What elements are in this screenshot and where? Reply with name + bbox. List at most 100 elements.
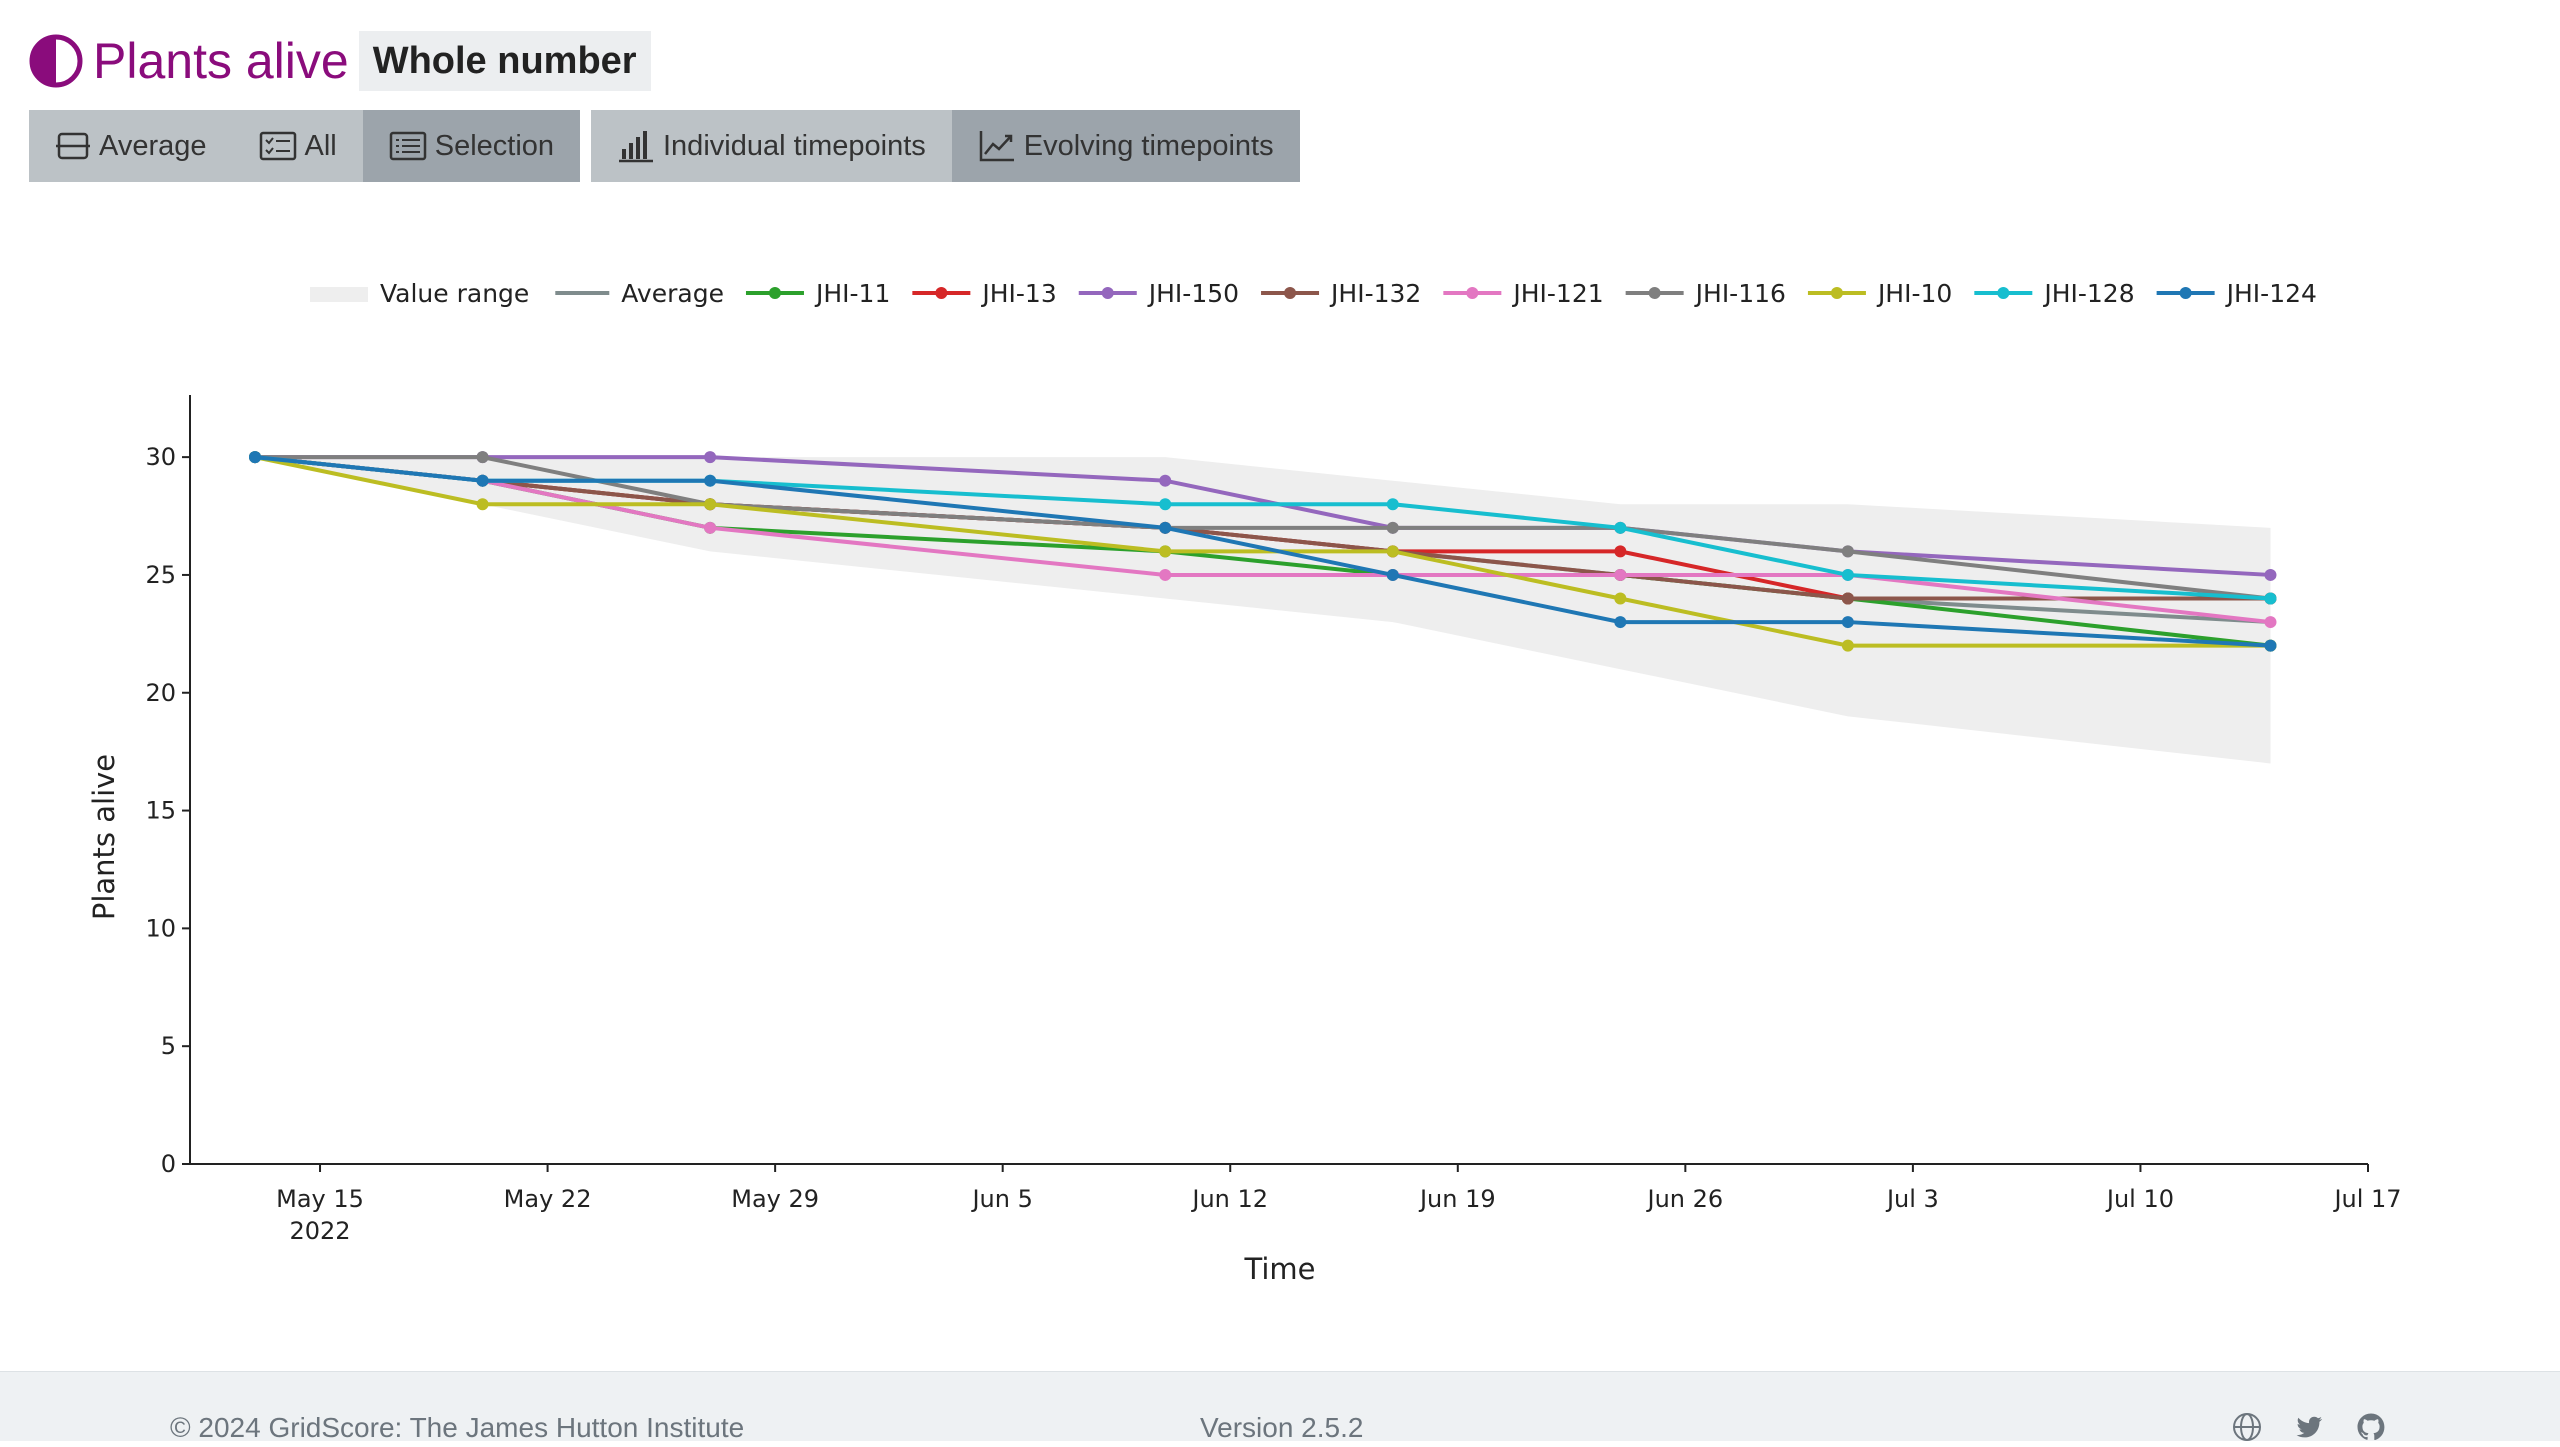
legend-label: JHI-11 [814,279,890,308]
github-icon[interactable] [2356,1412,2386,1442]
evolving-timepoints-button[interactable]: Evolving timepoints [951,110,1300,182]
all-button-label: All [304,129,337,162]
average-button[interactable]: Average [29,110,233,182]
legend-swatch-marker [1830,287,1843,299]
data-point-jhi-128 [2264,592,2277,605]
legend-label: JHI-124 [2225,279,2317,308]
legend-swatch-marker [935,287,948,299]
view-button-group: Average All Selection [29,110,581,182]
legend-label: JHI-128 [2042,279,2134,308]
x-tick-label: May 15 [276,1185,364,1213]
data-point-jhi-124 [2264,639,2277,652]
data-point-jhi-150 [1159,474,1172,487]
data-point-jhi-124 [1614,616,1627,629]
globe-icon[interactable] [2232,1412,2262,1442]
average-button-label: Average [99,129,207,162]
x-tick-label: Jun 26 [1646,1185,1724,1213]
footer-links [2232,1412,2386,1442]
data-point-jhi-10 [476,498,489,511]
data-point-jhi-116 [1841,545,1854,558]
legend-label: JHI-116 [1694,279,1786,308]
data-point-jhi-121 [2264,616,2277,629]
selection-list-icon [389,131,426,161]
data-point-jhi-124 [476,474,489,487]
legend-label: JHI-13 [980,279,1056,308]
data-point-jhi-121 [1614,568,1627,581]
data-point-jhi-150 [704,451,717,464]
data-point-jhi-150 [2264,568,2277,581]
trait-title: Plants alive [93,33,349,89]
legend-swatch-marker [1466,287,1479,299]
data-point-jhi-124 [1841,616,1854,629]
footer: © 2024 GridScore: The James Hutton Insti… [0,1371,2560,1443]
individual-timepoints-label: Individual timepoints [663,129,926,162]
individual-timepoints-button[interactable]: Individual timepoints [591,110,952,182]
y-tick-label: 25 [145,561,176,589]
mode-button-group: Individual timepoints Evolving timepoint… [591,110,1300,182]
twitter-icon[interactable] [2294,1412,2324,1442]
legend-label: JHI-132 [1329,279,1421,308]
data-point-jhi-116 [476,451,489,464]
x-tick-label: Jul 3 [1885,1185,1939,1213]
line-chart-icon [979,131,1014,162]
x-tick-label: Jul 10 [2105,1185,2174,1213]
contrast-half-circle-icon [29,34,83,88]
line-chart[interactable]: 0 5 10 15 20 25 30 May 15 2022 May 22 May 29 Jun 5 J… [0,250,2560,1300]
legend-swatch-marker [1101,287,1114,299]
copyright-text: © 2024 GridScore: The James Hutton Insti… [170,1412,745,1443]
legend-swatch-marker [1284,287,1297,299]
page-header: Plants alive Whole number [29,30,651,92]
y-tick-label: 5 [161,1032,176,1060]
data-point-jhi-10 [704,498,717,511]
evolving-timepoints-label: Evolving timepoints [1023,129,1274,162]
all-list-icon [259,131,296,161]
bar-chart-icon [619,131,653,163]
legend-swatch-marker [1648,287,1661,299]
y-tick-label: 30 [145,443,176,471]
data-point-jhi-13 [1614,545,1627,558]
y-tick-label: 20 [145,679,176,707]
legend-label: Value range [380,279,529,308]
data-point-jhi-128 [1159,498,1172,511]
selection-button[interactable]: Selection [362,110,581,182]
x-tick-label: Jun 19 [1418,1185,1496,1213]
legend-swatch-value-range [310,287,368,302]
data-point-jhi-121 [1159,568,1172,581]
data-point-jhi-128 [1614,521,1627,534]
legend-label: Average [621,279,724,308]
x-tick-label: Jun 12 [1190,1185,1268,1213]
legend-label: JHI-121 [1511,279,1603,308]
average-icon [56,132,90,160]
y-tick-label: 15 [145,797,176,825]
x-tick-label: Jun 5 [970,1185,1032,1213]
data-point-jhi-10 [1614,592,1627,605]
x-tick-label: Jul 17 [2332,1185,2401,1213]
y-axis-title: Plants alive [87,754,121,920]
all-button[interactable]: All [232,110,363,182]
data-type-badge: Whole number [358,31,651,91]
data-point-jhi-121 [704,521,717,534]
data-point-jhi-124 [704,474,717,487]
data-point-jhi-116 [1386,521,1399,534]
y-tick-label: 10 [145,914,176,942]
data-point-jhi-124 [1386,568,1399,581]
x-tick-label: May 22 [504,1185,592,1213]
data-point-jhi-124 [249,451,262,464]
data-point-jhi-128 [1386,498,1399,511]
data-point-jhi-124 [1159,521,1172,534]
data-point-jhi-10 [1159,545,1172,558]
version-text: Version 2.5.2 [1200,1412,1364,1443]
data-point-jhi-10 [1386,545,1399,558]
data-point-jhi-132 [1841,592,1854,605]
selection-button-label: Selection [434,129,555,162]
legend-label: JHI-150 [1147,279,1239,308]
legend-swatch-marker [2179,287,2192,299]
y-tick-label: 0 [161,1150,176,1178]
data-point-jhi-128 [1841,568,1854,581]
legend-swatch-marker [768,287,781,299]
x-tick-label: May 29 [731,1185,819,1213]
chart-area: 0 5 10 15 20 25 30 May 15 2022 May 22 May 29 Jun 5 J… [0,250,2560,1300]
x-tick-sublabel: 2022 [289,1217,350,1245]
legend-swatch-marker [1997,287,2010,299]
legend-label: JHI-10 [1876,279,1952,308]
